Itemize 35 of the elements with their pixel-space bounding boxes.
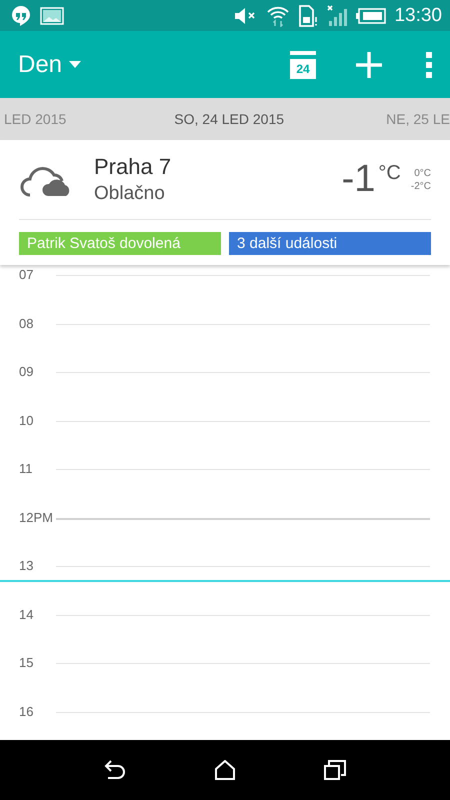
hour-label: 07 bbox=[18, 266, 34, 284]
chat-bubble-icon bbox=[10, 4, 32, 26]
view-dropdown[interactable]: Den bbox=[18, 42, 82, 86]
hour-label: 15 bbox=[18, 654, 34, 672]
date-tab[interactable]: LED 2015 bbox=[4, 111, 66, 127]
hour-label: 14 bbox=[18, 606, 34, 624]
sim-card-icon bbox=[298, 4, 318, 26]
temperature-unit: °C bbox=[378, 162, 401, 185]
hour-label: 09 bbox=[18, 363, 34, 381]
plus-icon bbox=[356, 52, 382, 78]
date-tab[interactable]: NE, 25 LE bbox=[386, 111, 450, 127]
location-name: Praha 7 bbox=[94, 154, 172, 180]
hour-label: 10 bbox=[18, 412, 34, 430]
event-chip[interactable]: 3 další události bbox=[229, 232, 431, 255]
back-icon[interactable] bbox=[104, 760, 126, 780]
home-icon[interactable] bbox=[214, 760, 235, 780]
clock-time: 13:30 bbox=[394, 4, 442, 26]
temperature: -1 bbox=[342, 158, 376, 201]
signal-icon bbox=[326, 4, 348, 26]
battery-icon bbox=[356, 8, 386, 24]
menu-icon bbox=[426, 52, 432, 78]
hour-label: 13 bbox=[18, 557, 34, 575]
weather-condition: Oblačno bbox=[94, 183, 166, 205]
caret-icon bbox=[69, 61, 82, 68]
event-chip[interactable]: Patrik Svatoš dovolená bbox=[19, 232, 221, 255]
hour-label: 16 bbox=[18, 702, 34, 720]
hour-label: 08 bbox=[18, 314, 34, 332]
date-tab[interactable]: SO, 24 LED 2015 bbox=[174, 111, 284, 127]
recent-apps-icon[interactable] bbox=[324, 760, 346, 780]
low-temperature: -2°C bbox=[410, 180, 431, 192]
image-icon bbox=[40, 6, 64, 24]
wifi-icon bbox=[266, 4, 290, 26]
hour-label: 12PM bbox=[18, 508, 54, 526]
hour-label: 11 bbox=[18, 460, 34, 478]
high-temperature: 0°C bbox=[414, 166, 431, 180]
